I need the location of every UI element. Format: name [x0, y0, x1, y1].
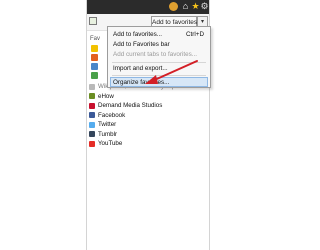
site-icon[interactable] — [91, 63, 98, 70]
list-item[interactable]: YouTube — [89, 139, 187, 149]
ehow-icon — [89, 93, 95, 100]
list-item[interactable]: Facebook — [89, 111, 187, 121]
favorites-list: Wikipedia, the free encyclopedia eHow De… — [89, 82, 187, 149]
add-favorite-icon[interactable] — [89, 17, 97, 25]
menu-item-import-export[interactable]: Import and export... — [113, 65, 168, 72]
menu-separator — [112, 75, 206, 76]
favorites-star-icon[interactable]: ★ — [191, 2, 200, 11]
menu-item-add-current-tabs: Add current tabs to favorites... — [113, 51, 197, 58]
dms-icon — [89, 102, 95, 109]
browser-top-bar: ⌂ ★ ⚙ — [87, 0, 209, 14]
menu-shortcut: Ctrl+D — [185, 31, 204, 38]
list-item[interactable]: Twitter — [89, 120, 187, 130]
list-item[interactable]: Tumblr — [89, 130, 187, 140]
facebook-icon — [89, 112, 95, 119]
folder-icon[interactable] — [91, 45, 98, 52]
home-icon[interactable]: ⌂ — [181, 2, 190, 11]
tumblr-icon — [89, 131, 95, 138]
site-icon[interactable] — [91, 72, 98, 79]
gear-icon[interactable]: ⚙ — [200, 2, 209, 11]
menu-item-add-to-favorites[interactable]: Add to favorites... — [113, 31, 162, 38]
site-icon[interactable] — [91, 54, 98, 61]
list-item[interactable]: Demand Media Studios — [89, 101, 187, 111]
favorites-dropdown-menu: Add to favorites... Ctrl+D Add to Favori… — [107, 26, 211, 88]
menu-item-add-to-favorites-bar[interactable]: Add to Favorites bar — [113, 41, 170, 48]
menu-item-organize-favorites[interactable]: Organize favorites... — [113, 79, 169, 86]
wikipedia-icon — [89, 83, 95, 90]
twitter-icon — [89, 121, 95, 128]
user-icon[interactable] — [169, 2, 178, 11]
list-item[interactable]: eHow — [89, 92, 187, 102]
menu-separator — [112, 62, 206, 63]
youtube-icon — [89, 140, 95, 147]
favorites-window: ⌂ ★ ⚙ Add to favorites ▾ Fav Wikipedia, … — [86, 0, 211, 250]
favorites-pane-label: Fav — [90, 36, 101, 42]
